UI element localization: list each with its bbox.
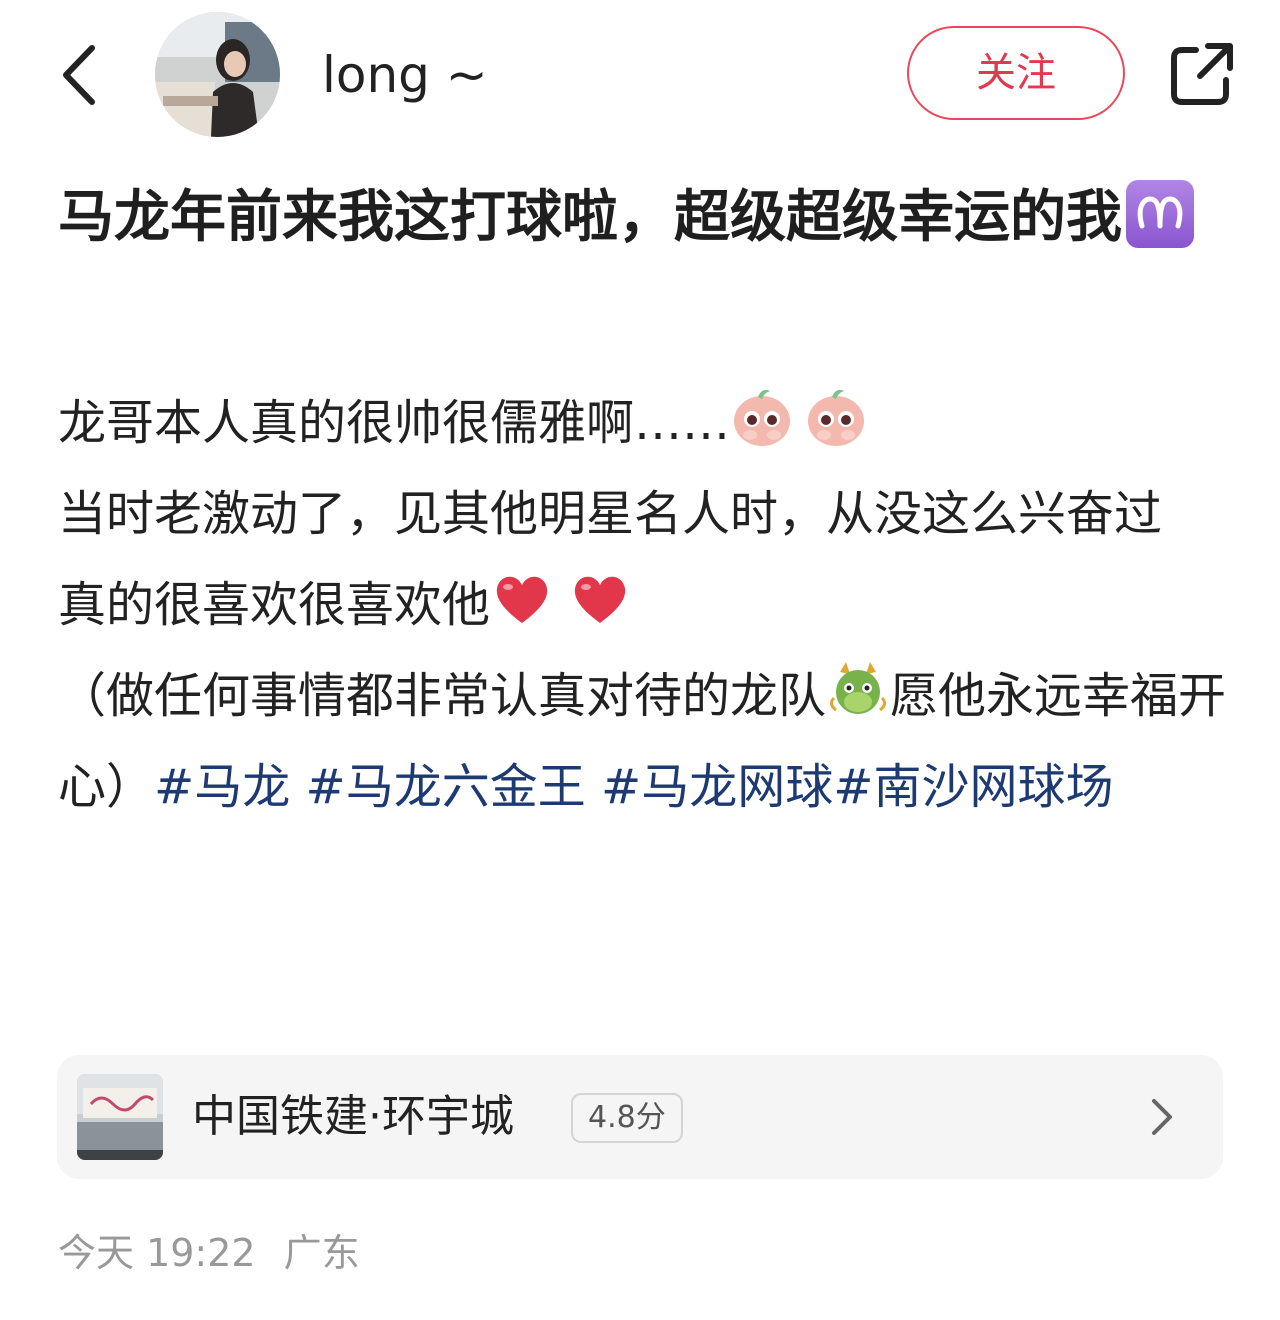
top-bar: long ~ 关注: [0, 0, 1280, 150]
post-meta: 今天 19:22 广东: [58, 1228, 360, 1278]
dragon-face-emoji: [829, 662, 887, 714]
location-name: 中国铁建·环宇城: [192, 1091, 514, 1142]
post-line-text: 真的很喜欢很喜欢他: [58, 577, 491, 633]
chevron-left-icon[interactable]: [56, 40, 104, 110]
post-title: 马龙年前来我这打球啦，超级超级幸运的我: [58, 172, 1228, 264]
red-heart-emoji: [574, 576, 626, 623]
post-title-text: 马龙年前来我这打球啦，超级超级幸运的我: [58, 185, 1122, 250]
post-body: 龙哥本人真的很帅很儒雅啊…… 当时老激动了，见其他明星名人时，从没这么兴奋过 真…: [58, 378, 1228, 833]
post-line-text: 龙哥本人真的很帅很儒雅啊……: [58, 395, 731, 451]
post-line: （做任何事情都非常认真对待的龙队 愿他永远幸福开心）#马龙 #马龙六金王 #马龙网…: [58, 651, 1228, 833]
username[interactable]: long ~: [322, 42, 488, 108]
hashtag[interactable]: #马龙: [154, 759, 290, 815]
location-card[interactable]: 中国铁建·环宇城 4.8分: [57, 1055, 1223, 1179]
location-rating-badge: 4.8分: [571, 1093, 683, 1143]
pleading-peach-emoji: [734, 389, 791, 446]
hashtag[interactable]: #马龙网球#: [601, 759, 873, 815]
chevron-right-icon: [1152, 1099, 1172, 1135]
share-external-icon[interactable]: [1166, 38, 1238, 110]
post-region: 广东: [283, 1231, 360, 1275]
red-heart-emoji: [496, 576, 548, 623]
location-thumbnail: [77, 1074, 163, 1160]
post-date: 今天 19:22: [58, 1231, 256, 1275]
follow-button[interactable]: 关注: [907, 26, 1125, 120]
post-line: 真的很喜欢很喜欢他: [58, 560, 1228, 651]
aries-icon: [1126, 180, 1194, 248]
hashtag[interactable]: 南沙网球场: [873, 759, 1113, 815]
post-line-text: （做任何事情都非常认真对待的龙队: [58, 668, 827, 724]
post-line: 龙哥本人真的很帅很儒雅啊……: [58, 378, 1228, 469]
post-line: 当时老激动了，见其他明星名人时，从没这么兴奋过: [58, 486, 1163, 542]
pleading-peach-emoji: [808, 389, 865, 446]
avatar[interactable]: [155, 12, 280, 137]
hashtag[interactable]: #马龙六金王: [306, 759, 586, 815]
